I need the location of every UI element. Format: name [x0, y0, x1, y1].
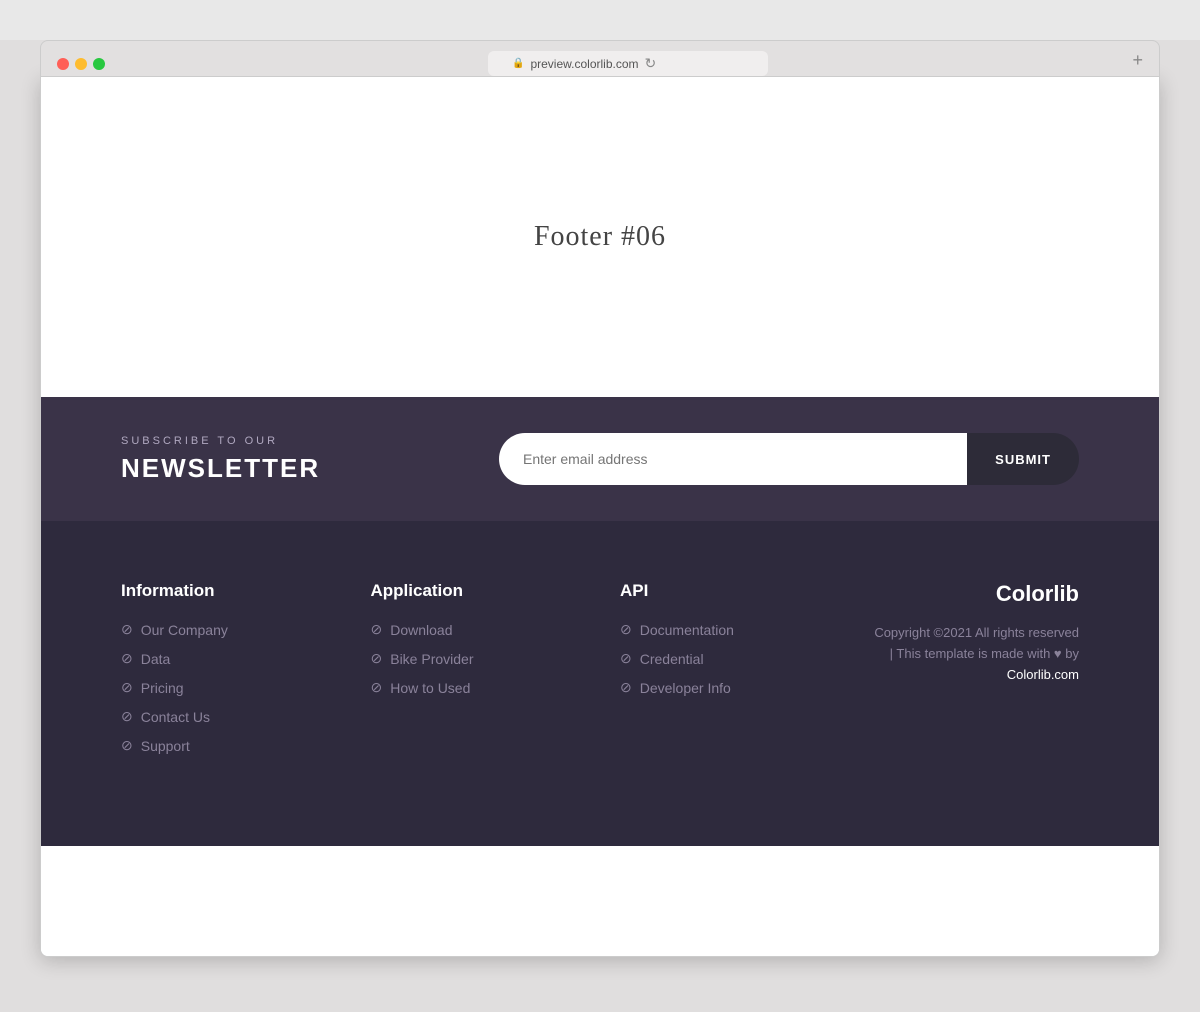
footer-link-download[interactable]: Download — [390, 622, 452, 638]
check-circle-icon: ⊘ — [620, 621, 632, 638]
copyright-link[interactable]: Colorlib.com — [1007, 667, 1079, 682]
traffic-lights — [57, 58, 105, 70]
footer-col-brand: Colorlib Copyright ©2021 All rights rese… — [870, 581, 1080, 766]
list-item: ⊘ Documentation — [620, 621, 830, 638]
footer-col-title-api: API — [620, 581, 830, 601]
browser-window: Footer #06 SUBSCRIBE TO OUR NEWSLETTER S… — [40, 77, 1160, 957]
check-circle-icon: ⊘ — [121, 621, 133, 638]
footer-link-our-company[interactable]: Our Company — [141, 622, 228, 638]
list-item: ⊘ Support — [121, 737, 331, 754]
footer-link-documentation[interactable]: Documentation — [640, 622, 734, 638]
url-text: preview.colorlib.com — [530, 57, 638, 71]
footer-col-title-application: Application — [371, 581, 581, 601]
footer-link-pricing[interactable]: Pricing — [141, 680, 184, 696]
newsletter-form: SUBMIT — [499, 433, 1079, 485]
page-title: Footer #06 — [534, 221, 666, 253]
list-item: ⊘ Pricing — [121, 679, 331, 696]
footer-links-information: ⊘ Our Company ⊘ Data ⊘ Pricing ⊘ — [121, 621, 331, 754]
newsletter-subtitle: SUBSCRIBE TO OUR — [121, 435, 320, 447]
footer-section: Information ⊘ Our Company ⊘ Data ⊘ Prici — [41, 521, 1159, 846]
list-item: ⊘ Our Company — [121, 621, 331, 638]
list-item: ⊘ How to Used — [371, 679, 581, 696]
check-circle-icon: ⊘ — [620, 650, 632, 667]
newsletter-left: SUBSCRIBE TO OUR NEWSLETTER — [121, 435, 320, 484]
footer-link-how-to-used[interactable]: How to Used — [390, 680, 470, 696]
footer-col-information: Information ⊘ Our Company ⊘ Data ⊘ Prici — [121, 581, 331, 766]
list-item: ⊘ Contact Us — [121, 708, 331, 725]
footer-link-contact-us[interactable]: Contact Us — [141, 709, 210, 725]
newsletter-section: SUBSCRIBE TO OUR NEWSLETTER SUBMIT — [41, 397, 1159, 521]
minimize-button[interactable] — [75, 58, 87, 70]
check-circle-icon: ⊘ — [620, 679, 632, 696]
new-tab-button[interactable]: + — [1132, 51, 1143, 69]
close-button[interactable] — [57, 58, 69, 70]
footer-link-support[interactable]: Support — [141, 738, 190, 754]
check-circle-icon: ⊘ — [371, 650, 383, 667]
address-bar: 🔒 preview.colorlib.com ↻ — [113, 51, 1143, 76]
check-circle-icon: ⊘ — [121, 737, 133, 754]
check-circle-icon: ⊘ — [121, 650, 133, 667]
footer-links-application: ⊘ Download ⊘ Bike Provider ⊘ How to Used — [371, 621, 581, 696]
footer-link-bike-provider[interactable]: Bike Provider — [390, 651, 473, 667]
list-item: ⊘ Data — [121, 650, 331, 667]
check-circle-icon: ⊘ — [121, 679, 133, 696]
newsletter-title: NEWSLETTER — [121, 453, 320, 484]
footer-link-data[interactable]: Data — [141, 651, 171, 667]
submit-button[interactable]: SUBMIT — [967, 433, 1079, 485]
lock-icon: 🔒 — [512, 58, 524, 69]
email-input[interactable] — [499, 433, 967, 485]
footer-link-developer-info[interactable]: Developer Info — [640, 680, 731, 696]
footer-col-api: API ⊘ Documentation ⊘ Credential ⊘ Devel — [620, 581, 830, 766]
maximize-button[interactable] — [93, 58, 105, 70]
footer-link-credential[interactable]: Credential — [640, 651, 704, 667]
check-circle-icon: ⊘ — [371, 621, 383, 638]
footer-col-application: Application ⊘ Download ⊘ Bike Provider ⊘ — [371, 581, 581, 766]
footer-brand-name: Colorlib — [996, 581, 1079, 607]
bottom-bar — [41, 846, 1159, 956]
footer-grid: Information ⊘ Our Company ⊘ Data ⊘ Prici — [121, 581, 1079, 766]
list-item: ⊘ Credential — [620, 650, 830, 667]
page-wrapper: 🔒 preview.colorlib.com ↻ + Footer #06 SU… — [0, 40, 1200, 1012]
main-content: Footer #06 — [41, 77, 1159, 397]
footer-links-api: ⊘ Documentation ⊘ Credential ⊘ Developer… — [620, 621, 830, 696]
check-circle-icon: ⊘ — [121, 708, 133, 725]
list-item: ⊘ Bike Provider — [371, 650, 581, 667]
footer-copyright: Copyright ©2021 All rights reserved | Th… — [870, 623, 1080, 685]
browser-chrome: 🔒 preview.colorlib.com ↻ + — [40, 40, 1160, 77]
footer-col-title-information: Information — [121, 581, 331, 601]
refresh-icon[interactable]: ↻ — [645, 55, 657, 72]
check-circle-icon: ⊘ — [371, 679, 383, 696]
list-item: ⊘ Download — [371, 621, 581, 638]
address-bar-inner[interactable]: 🔒 preview.colorlib.com ↻ — [488, 51, 768, 76]
copyright-text: Copyright ©2021 All rights reserved | Th… — [874, 625, 1079, 661]
list-item: ⊘ Developer Info — [620, 679, 830, 696]
